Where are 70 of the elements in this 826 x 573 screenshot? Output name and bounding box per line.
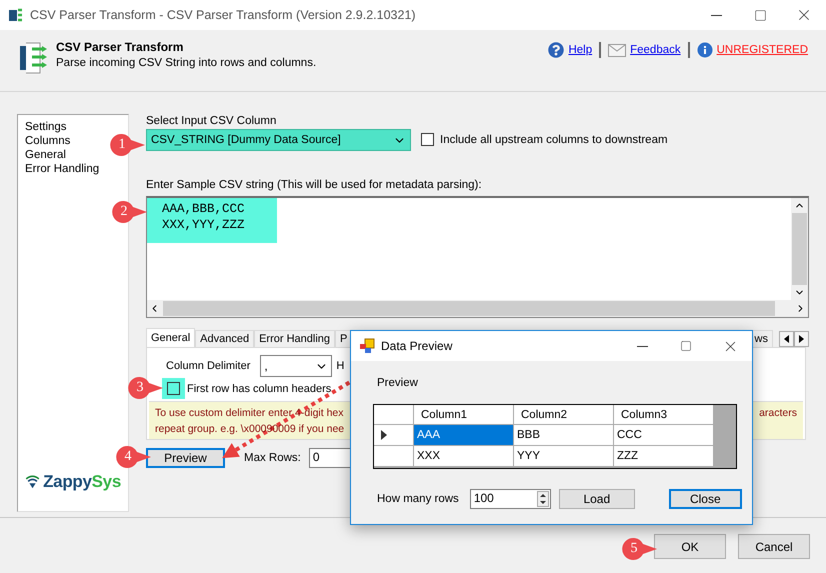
nav-item[interactable]: Settings bbox=[25, 120, 67, 134]
component-description: Parse incoming CSV String into rows and columns. bbox=[56, 57, 318, 69]
load-button[interactable]: Load bbox=[558, 489, 635, 509]
component-title: CSV Parser Transform bbox=[56, 40, 184, 54]
column-header[interactable]: Column2 bbox=[514, 405, 614, 425]
checkbox-label: First row has column headers bbox=[187, 382, 332, 396]
checkbox-label: Include all upstream columns to downstream bbox=[440, 132, 668, 146]
dialog-title: Data Preview bbox=[381, 339, 454, 353]
table-cell: AAA bbox=[414, 425, 514, 446]
maximize-icon bbox=[680, 340, 692, 352]
text-line: AAA,BBB,CCC bbox=[162, 201, 246, 217]
close-dialog-button[interactable]: Close bbox=[668, 489, 742, 509]
tab[interactable]: Error Handling bbox=[254, 330, 335, 347]
row-count-field[interactable]: 100 bbox=[470, 489, 551, 509]
tab[interactable]: General bbox=[146, 328, 196, 347]
app-icon bbox=[8, 7, 24, 23]
mail-icon bbox=[608, 44, 626, 56]
spinner-icon bbox=[536, 491, 549, 507]
hint-text: To use custom delimiter enter 4-digit hex bbox=[155, 406, 344, 421]
feedback-link[interactable]: Feedback bbox=[630, 44, 681, 56]
input-column-dropdown[interactable]: CSV_STRING [Dummy Data Source] bbox=[146, 129, 411, 151]
sample-text-area[interactable]: AAA,BBB,CCC XXX,YYY,ZZZ bbox=[146, 196, 809, 318]
table-cell: YYY bbox=[514, 446, 614, 467]
dialog-icon bbox=[359, 338, 375, 354]
cancel-button[interactable]: Cancel bbox=[738, 534, 810, 559]
help-link[interactable]: Help bbox=[568, 44, 592, 56]
transform-icon bbox=[18, 40, 48, 76]
current-row-icon bbox=[381, 430, 387, 440]
preview-button[interactable]: Preview bbox=[146, 448, 225, 468]
field-label: How many rows bbox=[377, 492, 459, 506]
info-icon bbox=[696, 42, 713, 58]
window-title: CSV Parser Transform - CSV Parser Transform (Version 2.9.2.10321) bbox=[30, 8, 417, 22]
section-label: Preview bbox=[377, 376, 419, 390]
nav-item[interactable]: Error Handling bbox=[25, 162, 100, 176]
checkbox[interactable] bbox=[421, 133, 434, 146]
step-callout: 5 bbox=[622, 537, 658, 561]
nav-item[interactable]: General bbox=[25, 148, 66, 162]
help-icon bbox=[548, 42, 564, 58]
field-label: H bbox=[336, 359, 344, 373]
logo-wordmark: ZappySys bbox=[43, 472, 121, 492]
row-header[interactable] bbox=[374, 425, 414, 446]
table-cell: BBB bbox=[514, 425, 614, 446]
step-callout: 1 bbox=[110, 133, 146, 157]
ok-button[interactable]: OK bbox=[654, 534, 726, 559]
hint-text: aracters bbox=[759, 406, 797, 421]
delimiter-dropdown[interactable]: , bbox=[260, 355, 332, 377]
column-header[interactable]: Column3 bbox=[614, 405, 714, 425]
text-line: XXX,YYY,ZZZ bbox=[162, 217, 246, 233]
table-cell: XXX bbox=[414, 446, 514, 467]
minimize-icon bbox=[710, 14, 722, 16]
checkbox[interactable] bbox=[167, 382, 180, 395]
column-header[interactable]: Column1 bbox=[414, 405, 514, 425]
field-label: Column Delimiter bbox=[166, 359, 250, 373]
step-callout: 2 bbox=[112, 200, 148, 224]
step-callout: 4 bbox=[116, 445, 152, 469]
table-cell: CCC bbox=[614, 425, 714, 446]
table-cell: ZZZ bbox=[614, 446, 714, 467]
step-callout: 3 bbox=[128, 376, 164, 400]
tab-scroll-right-button[interactable] bbox=[794, 331, 809, 347]
field-label: Select Input CSV Column bbox=[146, 114, 278, 128]
field-label: Max Rows: bbox=[244, 451, 301, 465]
triangle-right-icon bbox=[799, 335, 804, 343]
tab[interactable]: Advanced bbox=[195, 330, 254, 347]
maximize-icon bbox=[754, 8, 766, 22]
vertical-scrollbar[interactable] bbox=[791, 198, 808, 300]
horizontal-scrollbar[interactable] bbox=[147, 300, 808, 317]
field-label: Enter Sample CSV string (This will be used for metadata parsing): bbox=[146, 178, 483, 192]
triangle-left-icon bbox=[784, 335, 789, 343]
nav-item[interactable]: Columns bbox=[25, 134, 70, 148]
tab-scroll-left-button[interactable] bbox=[779, 331, 794, 347]
